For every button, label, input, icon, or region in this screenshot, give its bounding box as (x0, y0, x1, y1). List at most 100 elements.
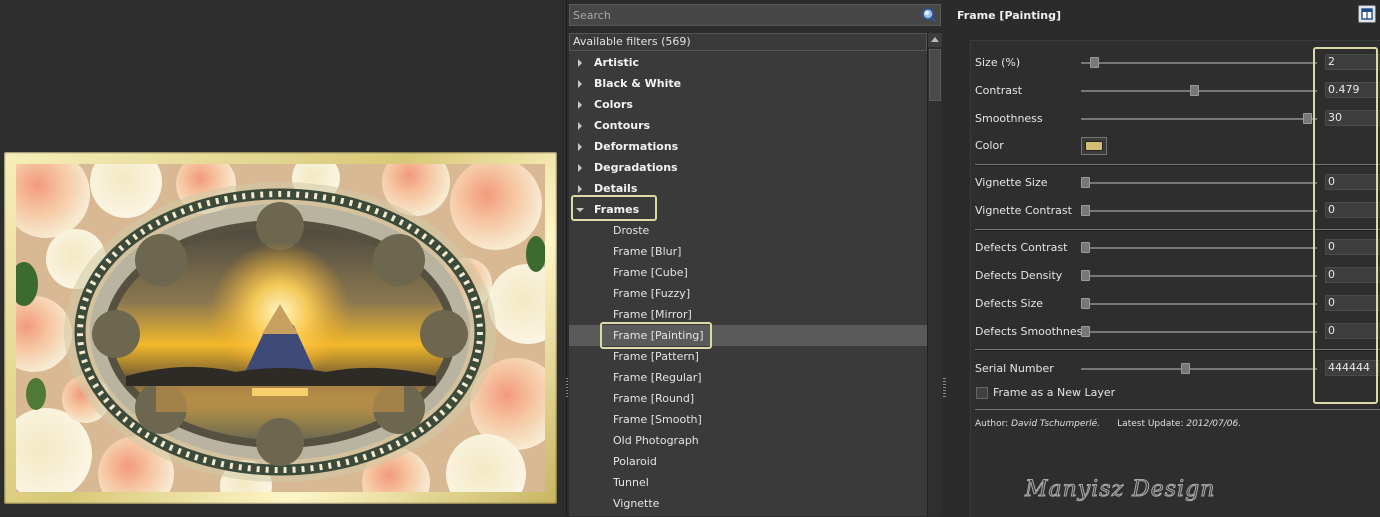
defects-contrast-value-field[interactable]: 0 (1325, 239, 1380, 255)
defects-smoothness-slider[interactable] (1081, 326, 1317, 337)
new-layer-label: Frame as a New Layer (993, 386, 1116, 399)
latest-update-date: 2012/07/06. (1186, 419, 1242, 429)
size-value-field[interactable]: 2 (1325, 54, 1380, 70)
vignette-size-slider[interactable] (1081, 177, 1317, 188)
window-layout-icon (1361, 8, 1373, 20)
category-deformations[interactable]: Deformations (569, 136, 927, 157)
slider-handle[interactable] (1081, 298, 1090, 309)
slider-handle[interactable] (1181, 363, 1190, 374)
category-artistic[interactable]: Artistic (569, 52, 927, 73)
defects-size-value-field[interactable]: 0 (1325, 295, 1380, 311)
section-divider (975, 229, 1380, 231)
scrollbar-thumb[interactable] (929, 49, 941, 101)
size-label: Size (%) (975, 56, 1021, 69)
serial-number-slider[interactable] (1081, 363, 1317, 374)
search-box (569, 4, 941, 26)
slider-handle[interactable] (1081, 177, 1090, 188)
filter-title: Frame [Painting] (957, 9, 1061, 22)
filter-item-frame-fuzzy[interactable]: Frame [Fuzzy] (569, 283, 927, 304)
preview-image[interactable] (16, 164, 545, 492)
slider-handle[interactable] (1081, 326, 1090, 337)
expand-arrow-icon (578, 143, 582, 151)
filter-item-frame-blur[interactable]: Frame [Blur] (569, 241, 927, 262)
filter-list-header: Available filters (569) (569, 33, 927, 51)
defects-smoothness-value-field[interactable]: 0 (1325, 323, 1380, 339)
smoothness-slider[interactable] (1081, 113, 1317, 124)
scroll-up-arrow-icon[interactable] (928, 33, 942, 47)
defects-density-label: Defects Density (975, 269, 1063, 282)
preview-artwork (16, 164, 545, 492)
serial-number-label: Serial Number (975, 362, 1054, 375)
collapse-arrow-icon (576, 208, 584, 212)
new-layer-checkbox[interactable] (976, 387, 988, 399)
category-black-white[interactable]: Black & White (569, 73, 927, 94)
category-contours[interactable]: Contours (569, 115, 927, 136)
vignette-contrast-value-field[interactable]: 0 (1325, 202, 1380, 218)
latest-update-label: Latest Update: (1117, 419, 1184, 429)
filter-item-droste[interactable]: Droste (569, 220, 927, 241)
slider-handle[interactable] (1081, 242, 1090, 253)
color-picker-button[interactable] (1081, 137, 1107, 155)
category-details[interactable]: Details (569, 178, 927, 199)
expand-arrow-icon (578, 101, 582, 109)
smoothness-value-field[interactable]: 30 (1325, 110, 1380, 126)
parameters-panel: Size (%) 2 Contrast 0.479 Smoothness 30 … (970, 40, 1380, 517)
filter-item-frame-painting[interactable]: Frame [Painting] (569, 325, 927, 346)
filter-item-frame-mirror[interactable]: Frame [Mirror] (569, 304, 927, 325)
category-colors[interactable]: Colors (569, 94, 927, 115)
filter-item-frame-regular[interactable]: Frame [Regular] (569, 367, 927, 388)
preview-toggle-button[interactable] (1358, 5, 1376, 23)
contrast-label: Contrast (975, 84, 1023, 97)
filter-item-old-photograph[interactable]: Old Photograph (569, 430, 927, 451)
filter-item-frame-smooth[interactable]: Frame [Smooth] (569, 409, 927, 430)
preview-pane (0, 0, 567, 516)
vignette-contrast-label: Vignette Contrast (975, 204, 1072, 217)
size-slider[interactable] (1081, 57, 1317, 68)
color-swatch (1085, 141, 1103, 151)
color-label: Color (975, 139, 1004, 152)
slider-handle[interactable] (1303, 113, 1312, 124)
filter-item-polaroid[interactable]: Polaroid (569, 451, 927, 472)
expand-arrow-icon (578, 59, 582, 67)
search-input[interactable] (570, 5, 913, 25)
parameters-pane: Frame [Painting] Size (%) 2 Contrast 0.4… (948, 0, 1380, 517)
expand-arrow-icon (578, 164, 582, 172)
filter-item-vignette[interactable]: Vignette (569, 493, 927, 514)
search-button[interactable] (921, 7, 937, 23)
section-divider (975, 164, 1380, 166)
section-divider (975, 409, 1380, 410)
section-divider (975, 349, 1380, 351)
smoothness-label: Smoothness (975, 112, 1043, 125)
contrast-value-field[interactable]: 0.479 (1325, 82, 1380, 98)
vignette-size-label: Vignette Size (975, 176, 1048, 189)
slider-handle[interactable] (1081, 270, 1090, 281)
slider-handle[interactable] (1190, 85, 1199, 96)
filter-item-frame-cube[interactable]: Frame [Cube] (569, 262, 927, 283)
credits-line: Author: David Tschumperlé. Latest Update… (975, 419, 1241, 429)
defects-density-slider[interactable] (1081, 270, 1317, 281)
category-frames[interactable]: Frames (569, 199, 927, 220)
search-icon (922, 8, 937, 23)
contrast-slider[interactable] (1081, 85, 1317, 96)
filter-item-tunnel[interactable]: Tunnel (569, 472, 927, 493)
filter-list-scrollbar[interactable] (927, 33, 942, 516)
slider-handle[interactable] (1081, 205, 1090, 216)
author-name: David Tschumperlé. (1011, 419, 1100, 429)
defects-size-label: Defects Size (975, 297, 1044, 310)
watermark-text: Manyisz Design (1024, 477, 1216, 503)
defects-smoothness-label: Defects Smoothness (975, 325, 1089, 338)
slider-handle[interactable] (1090, 57, 1099, 68)
defects-contrast-slider[interactable] (1081, 242, 1317, 253)
defects-density-value-field[interactable]: 0 (1325, 267, 1380, 283)
defects-size-slider[interactable] (1081, 298, 1317, 309)
serial-number-value-field[interactable]: 444444 (1325, 360, 1380, 376)
expand-arrow-icon (578, 80, 582, 88)
right-splitter-handle[interactable] (943, 378, 946, 398)
expand-arrow-icon (578, 185, 582, 193)
category-degradations[interactable]: Degradations (569, 157, 927, 178)
author-label: Author: (975, 419, 1009, 429)
filter-item-frame-pattern[interactable]: Frame [Pattern] (569, 346, 927, 367)
filter-item-frame-round[interactable]: Frame [Round] (569, 388, 927, 409)
vignette-contrast-slider[interactable] (1081, 205, 1317, 216)
vignette-size-value-field[interactable]: 0 (1325, 174, 1380, 190)
